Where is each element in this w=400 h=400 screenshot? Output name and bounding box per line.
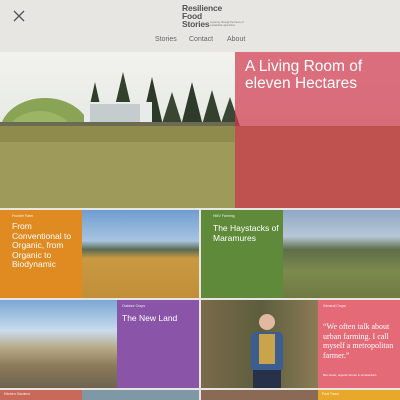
quote-author: Ben Hoek, organic farmer in Amsterdam [323, 373, 377, 377]
card-tag: Fruit Trees [322, 392, 339, 396]
main-nav: Stories Contact About [0, 36, 400, 48]
site-logo[interactable]: Resilience Food Stories A journey throug… [182, 4, 252, 29]
story-card[interactable]: Frontier Farm From Conventional to Organ… [0, 210, 199, 298]
card-tag: General Crops [323, 304, 346, 308]
card-quote[interactable]: “We often talk about urban farming. I ca… [323, 322, 395, 360]
story-card[interactable]: Kitchen Gardens [0, 390, 82, 400]
card-tag: HMV Farming [213, 214, 235, 218]
story-card[interactable]: General Crops “We often talk about urban… [201, 300, 400, 388]
hero-title[interactable]: A Living Room of eleven Hectares [245, 58, 395, 92]
hero-story[interactable]: A Living Room of eleven Hectares [0, 52, 400, 208]
card-title[interactable]: The Haystacks of Maramures [213, 223, 281, 243]
logo-tagline: A journey through the future of sustaina… [210, 21, 244, 27]
story-card-photo[interactable] [82, 390, 199, 400]
card-tag: Kitchen Gardens [4, 392, 31, 396]
nav-contact[interactable]: Contact [189, 36, 213, 43]
card-title[interactable]: The New Land [122, 313, 192, 324]
story-card-photo[interactable] [201, 390, 318, 400]
card-title[interactable]: From Conventional to Organic, from Organ… [12, 221, 82, 270]
nav-about[interactable]: About [227, 36, 245, 43]
site-header: Resilience Food Stories A journey throug… [0, 0, 400, 50]
story-card[interactable]: Outdoor Crops The New Land [0, 300, 199, 388]
farmer-photo [251, 314, 283, 388]
close-icon[interactable] [12, 9, 26, 23]
nav-stories[interactable]: Stories [155, 36, 177, 43]
story-card[interactable]: HMV Farming The Haystacks of Maramures [201, 210, 400, 298]
card-tag: Frontier Farm [12, 214, 34, 218]
story-card[interactable]: Fruit Trees [318, 390, 400, 400]
card-tag: Outdoor Crops [122, 304, 145, 308]
